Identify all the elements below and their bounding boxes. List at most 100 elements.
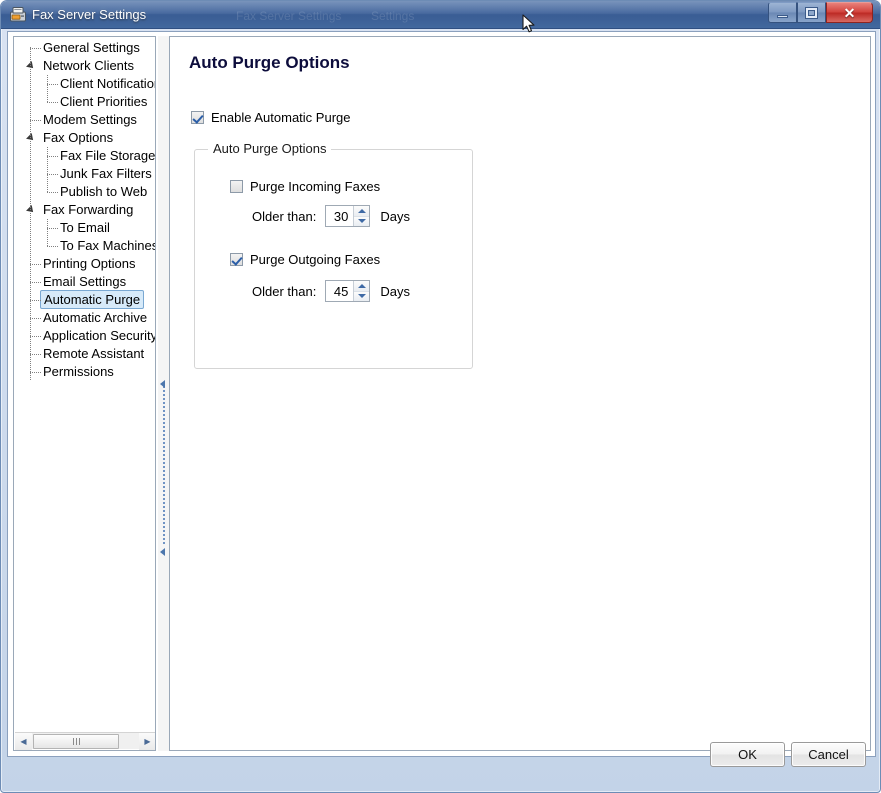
sidebar-item-to-fax-machines[interactable]: To Fax Machines — [14, 237, 156, 255]
purge-outgoing-faxes-checkbox[interactable] — [230, 253, 243, 266]
tree-connector — [47, 156, 58, 157]
sidebar-item-fax-options[interactable]: Fax Options — [14, 129, 155, 147]
ok-button[interactable]: OK — [710, 742, 785, 767]
incoming-days-increment-button[interactable] — [354, 206, 370, 217]
enable-automatic-purge-checkbox[interactable] — [191, 111, 204, 124]
sidebar-item-label: Fax Forwarding — [43, 202, 134, 217]
fax-machine-icon — [10, 7, 26, 22]
outgoing-days-increment-button[interactable] — [354, 281, 370, 292]
minimize-button[interactable] — [768, 2, 797, 23]
tree-expander-icon[interactable] — [26, 205, 36, 215]
tree-connector — [47, 192, 58, 193]
tree-connector — [30, 354, 41, 355]
sidebar-item-client-notification[interactable]: Client Notification — [14, 75, 156, 93]
fax-server-settings-window: Fax Server Settings Fax Server Settings … — [0, 0, 881, 793]
title-bar[interactable]: Fax Server Settings Fax Server Settings … — [1, 1, 880, 29]
restore-icon — [806, 7, 817, 18]
outgoing-days-decrement-button[interactable] — [354, 291, 370, 301]
sidebar-item-label: Fax Options — [43, 130, 114, 145]
sidebar-item-label: To Email — [60, 220, 110, 235]
sidebar-item-label: Fax File Storage — [60, 148, 156, 163]
purge-incoming-faxes-label: Purge Incoming Faxes — [250, 179, 381, 194]
panel-splitter[interactable] — [158, 36, 169, 751]
tree-horizontal-scrollbar[interactable]: ◀ ▶ — [15, 732, 155, 750]
purge-outgoing-faxes-row[interactable]: Purge Outgoing Faxes — [230, 252, 380, 267]
splitter-grip — [163, 386, 165, 546]
sidebar-item-junk-fax-filters[interactable]: Junk Fax Filters — [14, 165, 155, 183]
sidebar-item-to-email[interactable]: To Email — [14, 219, 155, 237]
purge-incoming-faxes-checkbox[interactable] — [230, 180, 243, 193]
sidebar-item-publish-to-web[interactable]: Publish to Web — [14, 183, 155, 201]
sidebar-item-fax-file-storage[interactable]: Fax File Storage — [14, 147, 156, 165]
sidebar-item-application-security[interactable]: Application Security — [14, 327, 155, 345]
outgoing-days-spin-buttons[interactable] — [353, 281, 370, 301]
tree-connector — [30, 372, 41, 373]
splitter-collapse-up-icon[interactable] — [160, 380, 165, 388]
tree-expander-icon[interactable] — [26, 133, 36, 143]
incoming-days-decrement-button[interactable] — [354, 216, 370, 226]
sidebar-item-label: Email Settings — [43, 274, 127, 289]
tree-connector — [47, 102, 58, 103]
triangle-down-icon — [357, 294, 366, 299]
incoming-days-unit-label: Days — [380, 208, 410, 224]
outgoing-older-than-row: Older than: 45 Days — [252, 280, 410, 302]
window-title: Fax Server Settings — [32, 7, 147, 22]
splitter-collapse-down-icon[interactable] — [160, 548, 165, 556]
sidebar-item-automatic-archive[interactable]: Automatic Archive — [14, 309, 155, 327]
sidebar-item-label: Permissions — [43, 364, 114, 379]
tree-child-spine — [47, 147, 48, 192]
tree-connector — [30, 264, 41, 265]
tree-connector — [47, 174, 58, 175]
incoming-days-value[interactable]: 30 — [326, 209, 353, 224]
sidebar-item-modem-settings[interactable]: Modem Settings — [14, 111, 155, 129]
settings-tree-panel[interactable]: General Settings Network Clients Client No… — [13, 36, 156, 751]
sidebar-item-email-settings[interactable]: Email Settings — [14, 273, 155, 291]
outgoing-days-stepper[interactable]: 45 — [325, 280, 371, 302]
enable-automatic-purge-row[interactable]: Enable Automatic Purge — [191, 110, 350, 125]
sidebar-item-fax-forwarding[interactable]: Fax Forwarding — [14, 201, 155, 219]
outgoing-older-than-label: Older than: — [252, 283, 317, 299]
sidebar-item-label: Network Clients — [43, 58, 135, 73]
sidebar-item-label: Printing Options — [43, 256, 136, 271]
settings-tree[interactable]: General Settings Network Clients Client No… — [14, 39, 156, 381]
tree-connector — [30, 300, 41, 301]
purge-incoming-faxes-row[interactable]: Purge Incoming Faxes — [230, 179, 380, 194]
scroll-left-arrow-icon[interactable]: ◀ — [15, 732, 32, 750]
auto-purge-options-group-legend: Auto Purge Options — [208, 141, 332, 156]
scroll-right-arrow-icon[interactable]: ▶ — [139, 732, 155, 750]
client-area: General Settings Network Clients Client No… — [7, 31, 876, 757]
sidebar-item-client-priorities[interactable]: Client Priorities — [14, 93, 155, 111]
sidebar-item-automatic-purge[interactable]: Automatic Purge — [14, 290, 155, 309]
tree-connector — [30, 318, 41, 319]
page-title: Auto Purge Options — [189, 53, 350, 72]
purge-outgoing-faxes-label: Purge Outgoing Faxes — [250, 252, 381, 267]
sidebar-item-remote-assistant[interactable]: Remote Assistant — [14, 345, 155, 363]
outgoing-days-unit-label: Days — [380, 283, 410, 299]
sidebar-item-permissions[interactable]: Permissions — [14, 363, 155, 381]
minimize-icon — [777, 14, 788, 18]
cancel-button[interactable]: Cancel — [791, 742, 866, 767]
sidebar-item-label: Junk Fax Filters — [60, 166, 152, 181]
mouse-cursor — [522, 14, 535, 33]
maximize-restore-button[interactable] — [797, 2, 826, 23]
tree-expander-icon[interactable] — [26, 61, 36, 71]
sidebar-item-label: Automatic Archive — [43, 310, 148, 325]
sidebar-item-label: Remote Assistant — [43, 346, 145, 361]
sidebar-item-network-clients[interactable]: Network Clients — [14, 57, 155, 75]
sidebar-item-printing-options[interactable]: Printing Options — [14, 255, 155, 273]
close-icon: ✕ — [843, 4, 856, 21]
close-button[interactable]: ✕ — [826, 2, 873, 23]
outgoing-days-value[interactable]: 45 — [326, 284, 353, 299]
triangle-down-icon — [357, 219, 366, 224]
tree-connector — [47, 246, 58, 247]
incoming-older-than-label: Older than: — [252, 208, 317, 224]
incoming-days-stepper[interactable]: 30 — [325, 205, 371, 227]
incoming-days-spin-buttons[interactable] — [353, 206, 370, 226]
settings-content-pane: Auto Purge Options Enable Automatic Purg… — [169, 36, 871, 751]
title-ghost-2: Settings — [371, 9, 415, 23]
sidebar-item-label: To Fax Machines — [60, 238, 156, 253]
sidebar-item-label: Client Notification — [60, 76, 156, 91]
sidebar-item-general-settings[interactable]: General Settings — [14, 39, 155, 57]
tree-scrollbar-thumb[interactable] — [33, 733, 119, 749]
tree-connector — [30, 336, 41, 337]
